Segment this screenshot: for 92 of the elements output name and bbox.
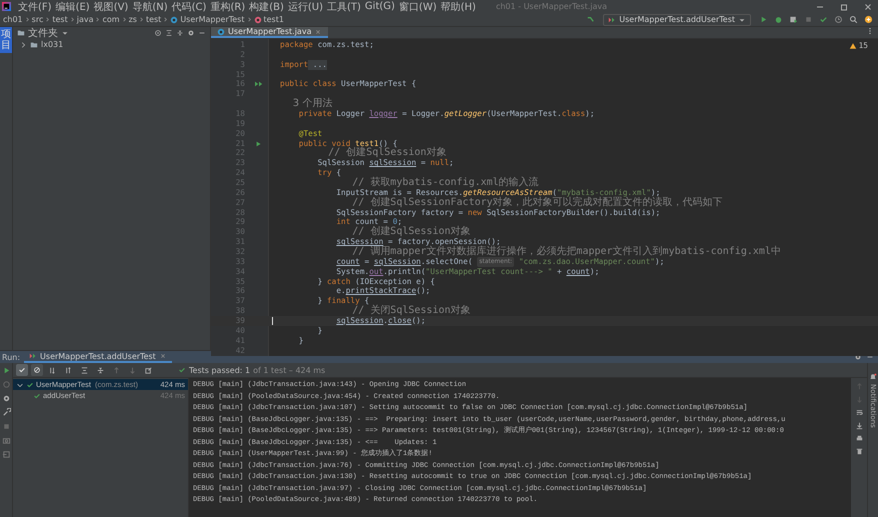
breadcrumb[interactable]: test1 <box>264 15 284 24</box>
app-logo-icon <box>2 2 11 11</box>
blocked-icon <box>33 366 41 374</box>
show-passed-toggle[interactable] <box>16 364 28 376</box>
test-status: Tests passed: 1 <box>189 366 250 374</box>
panel-title[interactable]: 文件夹 <box>28 26 58 40</box>
menu-item[interactable]: 视图(V) <box>94 0 128 14</box>
test-config-icon <box>608 16 616 24</box>
settings-icon[interactable] <box>854 353 862 361</box>
class-icon <box>217 28 225 36</box>
warning-icon[interactable] <box>848 42 857 50</box>
export-icon[interactable] <box>144 366 153 374</box>
menu-item[interactable]: 窗口(W) <box>398 0 437 14</box>
menu-item[interactable]: 重构(R) <box>210 0 246 14</box>
breadcrumb[interactable]: ch01 <box>3 15 23 24</box>
print-icon[interactable] <box>854 434 864 443</box>
run-label: Run: <box>2 352 20 362</box>
chevron-icon <box>70 15 75 24</box>
update-icon[interactable] <box>864 15 873 24</box>
breadcrumb[interactable]: zs <box>128 15 137 24</box>
locate-icon[interactable] <box>154 28 162 36</box>
breadcrumb[interactable]: com <box>102 15 120 24</box>
method-icon <box>254 16 262 24</box>
toggle-icon[interactable] <box>2 394 10 403</box>
bell-icon[interactable] <box>869 373 877 381</box>
menu-item[interactable]: 运行(U) <box>288 0 323 14</box>
debug-icon[interactable] <box>774 15 783 24</box>
code-comment: // 调用mapper文件对数据库进行操作，必须先把mapper文件引入到mybatis-config.xml中 <box>352 247 781 257</box>
code-comment: // 获取mybatis-config.xml的输入流 <box>351 178 539 188</box>
breadcrumb[interactable]: UserMapperTest <box>180 15 244 24</box>
run-tab[interactable]: UserMapperTest.addUserTest <box>24 351 172 363</box>
editor-tab[interactable]: UserMapperTest.java <box>211 27 328 38</box>
project-tree-item[interactable]: lx031 <box>13 38 210 51</box>
close-icon[interactable] <box>158 352 167 360</box>
test-config-icon <box>29 352 38 360</box>
run-icon[interactable] <box>759 15 768 24</box>
history-icon[interactable] <box>834 15 843 24</box>
chevron-icon[interactable] <box>19 40 27 48</box>
code-comment: // 关闭SqlSession对象 <box>352 306 471 316</box>
camera-icon[interactable] <box>2 436 10 445</box>
show-ignored-toggle[interactable] <box>31 364 43 376</box>
window-title: ch01 - UserMapperTest.java <box>496 2 608 11</box>
breadcrumb[interactable]: test <box>146 15 162 24</box>
settings-icon[interactable] <box>187 28 195 36</box>
code-comment: // 创建SqlSessionFactory对象，此对象可以完成对配置文件的读取，代码如下 <box>352 198 723 208</box>
usage-hint: 3 个用法 <box>292 99 332 110</box>
chevron-icon <box>163 15 168 24</box>
menu-item[interactable]: 文件(F) <box>18 0 52 14</box>
collapse-all-icon[interactable] <box>176 28 184 36</box>
check-icon <box>178 366 186 374</box>
chevron-icon <box>95 15 100 24</box>
run-all-icon[interactable] <box>254 80 264 88</box>
chevron-icon <box>138 15 144 24</box>
expand-all-icon[interactable] <box>165 28 173 36</box>
test-summary: of 1 test – 424 ms <box>253 366 326 374</box>
menu-item[interactable]: Git(G) <box>364 1 395 12</box>
chevron-icon <box>45 15 50 24</box>
login-icon[interactable] <box>2 450 10 459</box>
sort-duration-icon[interactable] <box>64 366 73 374</box>
menu-item[interactable]: 代码(C) <box>172 0 206 14</box>
collapse-all-icon[interactable] <box>96 366 105 374</box>
hammer-icon[interactable] <box>586 15 596 24</box>
class-icon <box>170 16 178 24</box>
code-comment: // 创建SqlSession对象 <box>327 148 446 158</box>
chevron-icon <box>24 15 30 24</box>
rerun-icon[interactable] <box>2 366 10 375</box>
scroll-end-icon[interactable] <box>854 421 864 430</box>
check-icon <box>18 366 26 374</box>
wrench-icon[interactable] <box>2 408 10 417</box>
code-comment: // 创建SqlSession对象 <box>351 227 471 238</box>
restore-icon[interactable] <box>839 2 849 12</box>
run-configuration-dropdown[interactable]: UserMapperTest.addUserTest <box>603 14 751 26</box>
close-icon[interactable] <box>863 2 873 12</box>
menu-item[interactable]: 构建(B) <box>249 0 284 14</box>
trash-icon[interactable] <box>854 447 864 456</box>
wrap-icon[interactable] <box>854 408 864 417</box>
chevron-icon <box>246 15 252 24</box>
chevron-icon <box>122 15 127 24</box>
text-caret <box>272 317 273 326</box>
breadcrumb[interactable]: java <box>76 15 94 24</box>
expand-all-icon[interactable] <box>80 366 89 374</box>
menu-item[interactable]: 导航(N) <box>132 0 168 14</box>
check-icon[interactable] <box>819 15 828 24</box>
breadcrumb[interactable]: src <box>32 15 44 24</box>
project-tool-tab[interactable]: 项目 <box>0 27 12 53</box>
breadcrumb[interactable]: test <box>52 15 68 24</box>
sort-icon[interactable] <box>48 366 57 374</box>
menu-item[interactable]: 工具(T) <box>327 0 361 14</box>
coverage-icon[interactable] <box>789 15 798 24</box>
search-icon[interactable] <box>849 15 858 24</box>
menu-item[interactable]: 编辑(E) <box>56 0 90 14</box>
menu-item[interactable]: 帮助(H) <box>440 0 476 14</box>
